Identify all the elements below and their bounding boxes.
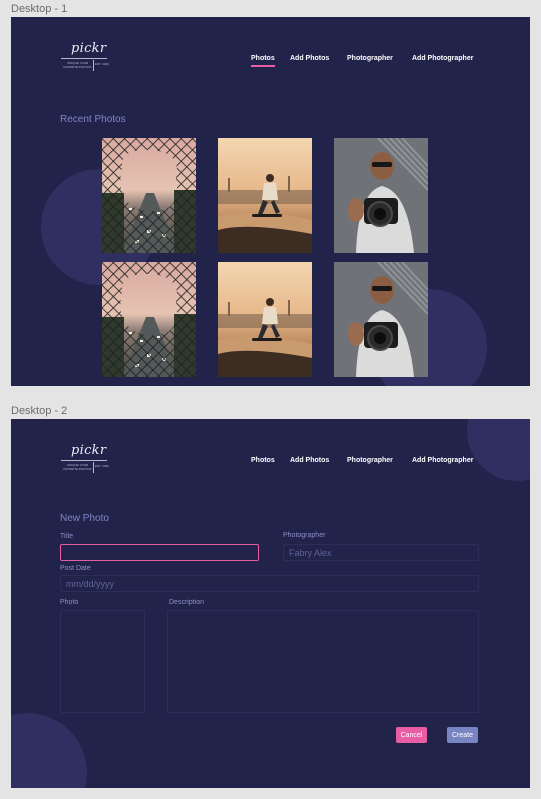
skateboarder-photo-image bbox=[218, 262, 312, 377]
photo-card-highway[interactable] bbox=[102, 262, 196, 377]
nav-item-add-photos[interactable]: Add Photos bbox=[290, 55, 329, 62]
photo-card-camera-man[interactable] bbox=[334, 262, 428, 377]
description-label: Description bbox=[169, 599, 205, 606]
nav-item-add-photographer[interactable]: Add Photographer bbox=[412, 457, 473, 464]
nav-item-label: Photographer bbox=[347, 457, 393, 464]
logo-divider bbox=[61, 58, 107, 59]
pickr-logo[interactable]: pickr UNIQUE YOUR FAVORITE PHOTOS EST. 2… bbox=[61, 443, 111, 477]
logo-divider bbox=[93, 462, 94, 473]
nav-item-photographer[interactable]: Photographer bbox=[347, 55, 393, 62]
logo-est: EST. 2020 bbox=[95, 464, 109, 468]
decor-circle bbox=[467, 419, 530, 481]
frame-label-desktop-2: Desktop - 2 bbox=[11, 405, 68, 417]
desktop-2-frame: pickr UNIQUE YOUR FAVORITE PHOTOS EST. 2… bbox=[11, 419, 530, 788]
camera-man-photo-image bbox=[334, 138, 428, 253]
logo-divider bbox=[93, 60, 94, 71]
logo-tagline: UNIQUE YOUR FAVORITE PHOTOS bbox=[63, 463, 92, 471]
logo-divider bbox=[61, 460, 107, 461]
photographer-select[interactable] bbox=[283, 544, 479, 561]
nav-item-label: Photographer bbox=[347, 55, 393, 62]
nav-item-label: Add Photographer bbox=[412, 55, 474, 62]
pickr-logo[interactable]: pickr UNIQUE YOUR FAVORITE PHOTOS EST. 2… bbox=[61, 41, 111, 75]
frame-label-desktop-1: Desktop - 1 bbox=[11, 3, 68, 15]
nav-item-photos[interactable]: Photos bbox=[251, 55, 275, 67]
photo-card-skateboarder[interactable] bbox=[218, 262, 312, 377]
photographer-label: Photographer bbox=[283, 532, 326, 539]
title-input[interactable] bbox=[60, 544, 259, 561]
title-label: Title bbox=[60, 533, 73, 540]
photo-card-camera-man[interactable] bbox=[334, 138, 428, 253]
section-title-recent-photos: Recent Photos bbox=[60, 114, 126, 125]
skateboarder-photo-image bbox=[218, 138, 312, 253]
nav-item-photographer[interactable]: Photographer bbox=[347, 457, 393, 464]
nav-item-label: Add Photographer bbox=[412, 457, 474, 464]
highway-photo-image bbox=[102, 138, 196, 253]
form-title-new-photo: New Photo bbox=[60, 513, 109, 524]
nav-item-label: Photos bbox=[251, 55, 275, 62]
main-nav: Photos Add Photos Photographer Add Photo… bbox=[251, 457, 491, 471]
post-date-label: Post Date bbox=[60, 565, 91, 572]
desktop-1-frame: pickr UNIQUE YOUR FAVORITE PHOTOS EST. 2… bbox=[11, 17, 530, 386]
cancel-button[interactable]: Cancel bbox=[396, 727, 427, 743]
nav-item-add-photographer[interactable]: Add Photographer bbox=[412, 55, 473, 62]
nav-item-add-photos[interactable]: Add Photos bbox=[290, 457, 329, 464]
logo-wordmark: pickr bbox=[71, 41, 107, 56]
post-date-input[interactable] bbox=[60, 575, 479, 592]
camera-man-photo-image bbox=[334, 262, 428, 377]
nav-item-photos[interactable]: Photos bbox=[251, 457, 275, 464]
photo-label: Photo bbox=[60, 599, 79, 606]
main-nav: Photos Add Photos Photographer Add Photo… bbox=[251, 55, 491, 69]
description-textarea[interactable] bbox=[167, 610, 479, 713]
nav-item-label: Add Photos bbox=[290, 457, 330, 464]
active-nav-underline bbox=[251, 65, 275, 67]
nav-item-label: Add Photos bbox=[290, 55, 330, 62]
photo-card-skateboarder[interactable] bbox=[218, 138, 312, 253]
create-button[interactable]: Create bbox=[447, 727, 478, 743]
photo-upload-area[interactable] bbox=[60, 610, 145, 713]
logo-wordmark: pickr bbox=[71, 443, 107, 458]
nav-item-label: Photos bbox=[251, 457, 275, 464]
logo-tagline: UNIQUE YOUR FAVORITE PHOTOS bbox=[63, 61, 92, 69]
decor-circle bbox=[11, 713, 87, 788]
photo-card-highway[interactable] bbox=[102, 138, 196, 253]
highway-photo-image bbox=[102, 262, 196, 377]
logo-est: EST. 2020 bbox=[95, 62, 109, 66]
